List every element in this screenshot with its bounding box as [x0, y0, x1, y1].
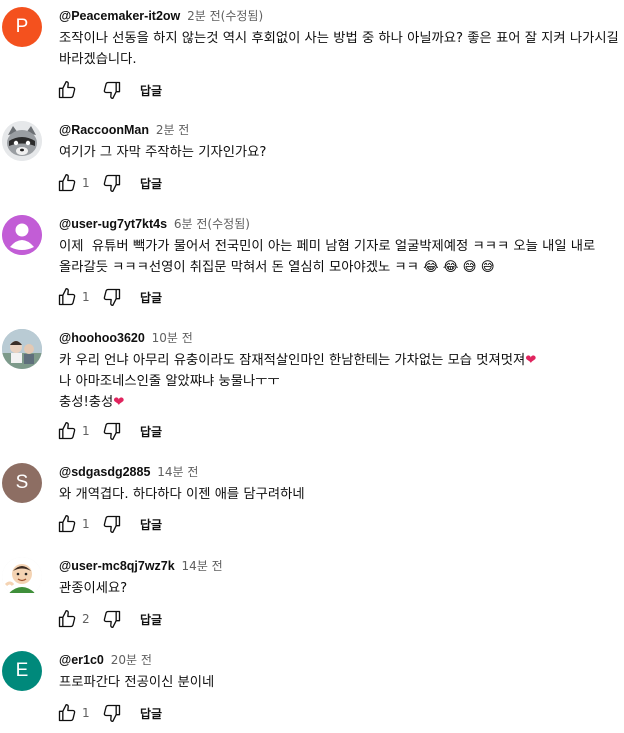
photo-avatar-icon [2, 329, 42, 369]
comment-actions: 1 답글 [57, 285, 162, 309]
thumbs-down-icon[interactable] [102, 514, 122, 534]
reply-button[interactable]: 답글 [140, 516, 162, 533]
avatar[interactable] [2, 121, 42, 161]
raccoon-avatar-icon [2, 121, 42, 161]
thumbs-down-icon[interactable] [102, 173, 122, 193]
comment-time[interactable]: 2분 전(수정됨) [187, 9, 263, 23]
avatar-letter: S [15, 472, 29, 493]
reply-button[interactable]: 답글 [140, 611, 162, 628]
heart-icon: ❤ [525, 353, 537, 368]
thumbs-up-icon[interactable] [57, 609, 77, 629]
comment-text: 와 개역겹다. 하다하다 이젠 애를 담구려하네 [59, 487, 305, 502]
comment-header: @RaccoonMan 2분 전 [59, 122, 189, 138]
comment-text: 관종이세요? [59, 581, 128, 596]
comment-header: @Peacemaker-it2ow 2분 전(수정됨) [59, 8, 263, 24]
comment-time[interactable]: 6분 전(수정됨) [174, 217, 250, 231]
like-count: 1 [82, 424, 90, 438]
comment-text: 여기가 그 자막 주작하는 기자인가요? [59, 145, 267, 160]
like-count: 1 [82, 176, 90, 190]
comment-actions: 답글 [57, 78, 162, 102]
avatar[interactable]: E [2, 651, 42, 691]
cartoon-avatar-icon [2, 557, 42, 597]
comment-text-line: 카 우리 언냐 아무리 유충이라도 잠재적살인마인 한남한테는 가차없는 모습 … [59, 350, 624, 371]
comment-actions: 2 답글 [57, 607, 162, 631]
comment-author[interactable]: @er1c0 [59, 653, 104, 667]
thumbs-down-icon[interactable] [102, 703, 122, 723]
comment-actions: 1 답글 [57, 419, 162, 443]
comment-header: @user-mc8qj7wz7k 14분 전 [59, 558, 223, 574]
comment-header: @er1c0 20분 전 [59, 652, 152, 668]
comment-text-line: 충성!충성❤ [59, 392, 624, 413]
comment-author[interactable]: @Peacemaker-it2ow [59, 9, 180, 23]
like-count: 1 [82, 706, 90, 720]
comment-author[interactable]: @user-ug7yt7kt4s [59, 217, 167, 231]
comment-author[interactable]: @RaccoonMan [59, 123, 149, 137]
avatar[interactable]: P [2, 7, 42, 47]
comment-time[interactable]: 20분 전 [111, 653, 152, 667]
comment-thread: @user-mc8qj7wz7k 14분 전 관종이세요? 2 답글 [0, 557, 624, 637]
reply-button[interactable]: 답글 [140, 289, 162, 306]
reply-button[interactable]: 답글 [140, 705, 162, 722]
heart-icon: ❤ [113, 395, 125, 410]
thumbs-up-icon[interactable] [57, 703, 77, 723]
comment-thread: @hoohoo3620 10분 전 카 우리 언냐 아무리 유충이라도 잠재적살… [0, 329, 624, 449]
comment-time[interactable]: 2분 전 [156, 123, 190, 137]
avatar[interactable] [2, 329, 42, 369]
text-line-3: 충성!충성 [59, 395, 114, 410]
comment-time[interactable]: 14분 전 [157, 465, 198, 479]
like-count: 1 [82, 517, 90, 531]
comment-text: 프로파간다 전공이신 분이네 [59, 675, 215, 690]
comment-author[interactable]: @user-mc8qj7wz7k [59, 559, 175, 573]
thumbs-up-icon[interactable] [57, 287, 77, 307]
comment-actions: 1 답글 [57, 171, 162, 195]
thumbs-down-icon[interactable] [102, 80, 122, 100]
comment-text: 카 우리 언냐 아무리 유충이라도 잠재적살인마인 한남한테는 가차없는 모습 … [59, 350, 624, 413]
avatar-letter: P [15, 16, 29, 37]
comment-author[interactable]: @sdgasdg2885 [59, 465, 150, 479]
comment-thread: S @sdgasdg2885 14분 전 와 개역겹다. 하다하다 이젠 애를 … [0, 463, 624, 543]
reply-button[interactable]: 답글 [140, 175, 162, 192]
comment-thread: @RaccoonMan 2분 전 여기가 그 자막 주작하는 기자인가요? 1 … [0, 121, 624, 201]
thumbs-up-icon[interactable] [57, 514, 77, 534]
comment-thread: P @Peacemaker-it2ow 2분 전(수정됨) 조작이나 선동을 하… [0, 7, 624, 107]
like-count: 2 [82, 612, 90, 626]
thumbs-up-icon[interactable] [57, 421, 77, 441]
comment-text: 이제 유튜버 빽가가 물어서 전국민이 아는 페미 남혐 기자로 얼굴박제예정 … [59, 239, 600, 275]
text-line-1: 카 우리 언냐 아무리 유충이라도 잠재적살인마인 한남한테는 가차없는 모습 … [59, 353, 526, 368]
comment-author[interactable]: @hoohoo3620 [59, 331, 145, 345]
comment-text: 조작이나 선동을 하지 않는것 역시 후회없이 사는 방법 중 하나 아닐까요?… [59, 31, 624, 67]
like-count: 1 [82, 290, 90, 304]
thumbs-down-icon[interactable] [102, 609, 122, 629]
avatar[interactable]: S [2, 463, 42, 503]
comment-thread: @user-ug7yt7kt4s 6분 전(수정됨) 이제 유튜버 빽가가 물어… [0, 215, 624, 315]
thumbs-up-icon[interactable] [57, 173, 77, 193]
comment-thread: E @er1c0 20분 전 프로파간다 전공이신 분이네 1 답글 [0, 651, 624, 731]
thumbs-down-icon[interactable] [102, 287, 122, 307]
comment-actions: 1 답글 [57, 512, 162, 536]
thumbs-down-icon[interactable] [102, 421, 122, 441]
reply-button[interactable]: 답글 [140, 82, 162, 99]
comment-header: @user-ug7yt7kt4s 6분 전(수정됨) [59, 216, 250, 232]
thumbs-up-icon[interactable] [57, 80, 77, 100]
default-user-avatar-icon [2, 215, 42, 255]
comment-time[interactable]: 14분 전 [182, 559, 223, 573]
avatar[interactable] [2, 557, 42, 597]
avatar-letter: E [15, 660, 29, 681]
reply-button[interactable]: 답글 [140, 423, 162, 440]
comment-time[interactable]: 10분 전 [152, 331, 193, 345]
comment-text-line: 나 아마조네스인줄 알았쨔냐 눙물나ㅜㅜ [59, 374, 280, 389]
comment-header: @sdgasdg2885 14분 전 [59, 464, 198, 480]
comment-header: @hoohoo3620 10분 전 [59, 330, 193, 346]
comment-actions: 1 답글 [57, 701, 162, 725]
avatar[interactable] [2, 215, 42, 255]
